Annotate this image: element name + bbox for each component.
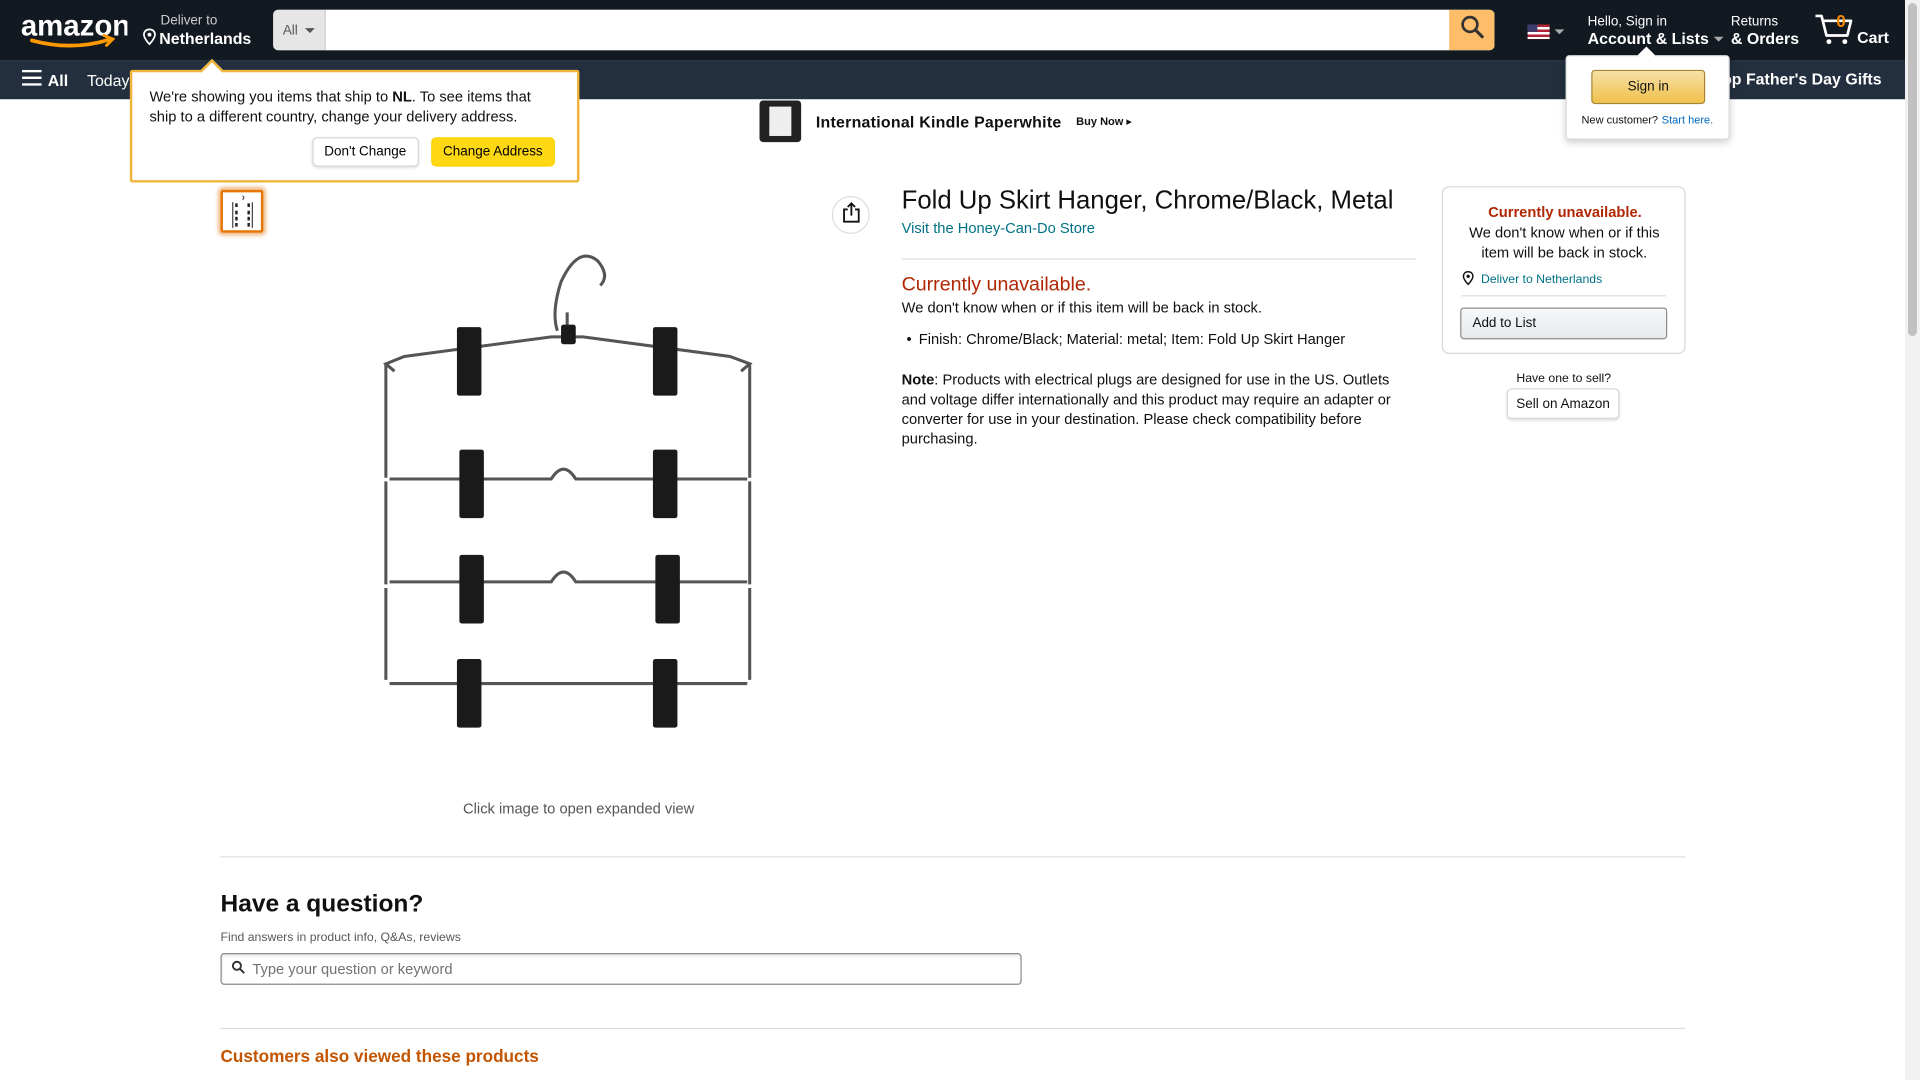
change-address-button[interactable]: Change Address [430,137,555,167]
qa-subtitle: Find answers in product info, Q&As, revi… [220,931,461,945]
chevron-down-icon [1554,29,1565,35]
kindle-banner[interactable]: International Kindle Paperwhite Buy Now … [759,100,1132,143]
click-image-hint: Click image to open expanded view [463,799,695,818]
customers-also-viewed-heading: Customers also viewed these products [220,1046,539,1066]
search-input[interactable] [325,9,1450,51]
deliver-line2: Netherlands [159,29,252,48]
share-icon [842,201,860,229]
hamburger-menu-icon [22,69,42,90]
scrollbar-thumb[interactable] [1908,3,1917,336]
address-msg-country: NL [392,88,412,106]
new-customer-text: New customer? Start here. [1581,114,1713,126]
hanger-thumbnail-icon [231,194,253,228]
electrical-note: Note: Products with electrical plugs are… [902,370,1416,448]
product-main-image[interactable] [368,239,778,747]
buybox-deliver-link[interactable]: Deliver to Netherlands [1461,271,1602,289]
buybox-deliver-label: Deliver to Netherlands [1481,273,1603,287]
page: amazon Deliver to Netherlands All Hello,… [0,0,1920,1080]
deliver-line1: Deliver to [160,13,218,29]
search-icon [231,958,245,980]
deliver-to[interactable]: Deliver to Netherlands [142,13,251,49]
note-label: Note [901,371,935,389]
banner-title: International Kindle Paperwhite [815,112,1062,131]
all-menu-button[interactable]: All [22,69,69,90]
address-popover-message: We're showing you items that ship to NL.… [149,87,559,126]
have-one-to-sell: Have one to sell? [1516,372,1612,386]
add-to-list-button[interactable]: Add to List [1460,307,1668,340]
share-button[interactable] [831,196,870,234]
kindle-device-icon [759,100,802,143]
store-link[interactable]: Visit the Honey-Can-Do Store [902,219,1095,236]
new-customer-label: New customer? [1581,113,1659,127]
sign-in-button[interactable]: Sign in [1591,69,1706,105]
search-category-label: All [282,22,298,38]
chevron-down-icon [1713,36,1724,42]
search-button[interactable] [1449,9,1495,51]
location-pin-icon [142,28,157,49]
returns-and-orders[interactable]: Returns & Orders [1731,15,1799,48]
buy-box: Currently unavailable. We don't know whe… [1441,186,1686,355]
language-selector[interactable] [1527,24,1565,40]
divider [1461,295,1666,297]
location-pin-icon [1461,271,1474,289]
top-nav: amazon Deliver to Netherlands All Hello,… [0,0,1907,61]
all-menu-label: All [47,70,69,89]
product-title: Fold Up Skirt Hanger, Chrome/Black, Meta… [901,186,1394,215]
account-line1: Hello, Sign in [1587,14,1668,30]
cart-icon [1813,10,1855,53]
buybox-availability: Currently unavailable. [1488,203,1642,221]
returns-line2: & Orders [1730,29,1800,48]
availability-detail: We don't know when or if this item will … [901,298,1262,317]
cart-button[interactable]: 0 Cart [1813,10,1889,53]
start-here-link[interactable]: Start here. [1662,114,1713,126]
availability-status: Currently unavailable. [901,274,1092,296]
chevron-down-icon [305,27,315,33]
qa-search-box [220,953,1022,985]
divider [220,1027,1686,1029]
note-text: : Products with electrical plugs are des… [901,371,1391,448]
address-msg-pre: We're showing you items that ship to [149,88,393,106]
dont-change-button[interactable]: Don't Change [312,137,419,167]
search-icon [1460,15,1485,46]
page-scrollbar[interactable] [1905,0,1920,1080]
account-and-lists[interactable]: Hello, Sign in Account & Lists [1588,15,1724,48]
sell-on-amazon-button[interactable]: Sell on Amazon [1506,388,1620,419]
cart-label: Cart [1857,28,1889,47]
signin-popover: Sign in New customer? Start here. [1565,46,1730,140]
returns-line1: Returns [1730,14,1779,30]
divider [220,856,1686,858]
divider [901,258,1417,260]
qa-search-input[interactable] [252,960,1021,978]
us-flag-icon [1527,24,1550,40]
product-thumbnail[interactable] [220,189,264,233]
search-category-dropdown[interactable]: All [273,9,326,51]
qa-title: Have a question? [220,890,424,918]
buybox-availability-detail: We don't know when or if this item will … [1469,224,1660,261]
delivery-address-popover: We're showing you items that ship to NL.… [129,58,580,183]
account-line2: Account & Lists [1587,29,1709,48]
banner-buy-now: Buy Now ▸ [1076,114,1132,127]
feature-bullet: Finish: Chrome/Black; Material: metal; I… [906,331,1345,348]
amazon-logo[interactable]: amazon [17,10,130,49]
cart-count: 0 [1836,11,1846,31]
search-bar: All [273,9,1495,51]
